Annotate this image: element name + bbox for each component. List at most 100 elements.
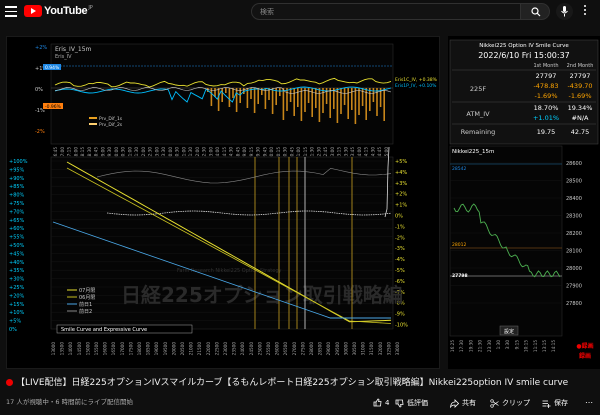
right-axis-tick: -3% xyxy=(395,246,405,252)
strike-tick: 15500 xyxy=(94,342,99,356)
strike-tick: 31000 xyxy=(361,342,366,356)
search-button[interactable] xyxy=(520,3,550,20)
mini-time-axis: 16:25 17:30 19:30 21:30 23:30 1:30 3:30 9:15 10:… xyxy=(450,340,556,352)
dislike-label: 低評価 xyxy=(407,399,428,407)
atm-iv-1: 18.70% xyxy=(534,104,559,112)
thumbs-up-icon xyxy=(373,398,382,407)
prv-dif-bar xyxy=(307,88,310,103)
prv-dif-bar xyxy=(358,88,360,115)
strike-tick: 14500 xyxy=(77,342,82,356)
more-actions-button[interactable]: ⋯ xyxy=(585,398,593,407)
mini-time-tick: 9:15 xyxy=(514,340,519,350)
save-label: 保存 xyxy=(554,399,568,407)
top-time-tick: 9:15 xyxy=(249,147,254,157)
prv-dif-1-label: Prv_Dif_1s xyxy=(99,116,123,122)
top-time-tick: 9:00 xyxy=(242,147,247,157)
youtube-logo[interactable]: YouTube JP xyxy=(24,5,93,17)
top-axis: +2%+1%0%-1%-2% xyxy=(35,45,47,135)
save-button[interactable]: 保存 xyxy=(542,398,568,408)
dislike-button[interactable]: 低評価 xyxy=(395,398,428,408)
top-time-tick: 1:30 xyxy=(188,147,193,157)
prv-dif-bar xyxy=(333,88,335,109)
f-value-1: 27797 xyxy=(536,72,557,80)
voice-search-button[interactable] xyxy=(556,3,573,20)
strike-tick: 16000 xyxy=(103,342,108,356)
legend-prev2: 前日2 xyxy=(79,308,92,315)
top-time-tick: 9:45 xyxy=(262,147,267,157)
record-sub: 録画 xyxy=(579,352,591,360)
strike-tick: 31500 xyxy=(369,342,374,356)
eris-iv-legend: Eris_IV xyxy=(55,54,72,60)
share-label: 共有 xyxy=(462,399,476,407)
top-time-tick: 2:30 xyxy=(202,147,207,157)
left-axis-tick: +15% xyxy=(9,302,25,308)
mini-axis-tick: 28100 xyxy=(566,249,582,255)
strike-tick: 19500 xyxy=(163,342,168,356)
prv-dif-2-swatch xyxy=(89,123,97,125)
share-button[interactable]: 共有 xyxy=(450,398,476,408)
prv-dif-bar xyxy=(286,88,288,111)
top-time-tick: 3:00 xyxy=(208,147,213,157)
prv-dif-bar xyxy=(253,88,256,113)
prv-dif-bar xyxy=(325,88,328,104)
f-pct-1: -1.69% xyxy=(535,92,558,100)
left-axis-tick: +90% xyxy=(9,176,25,182)
right-axis-tick: 0% xyxy=(395,214,403,220)
prv-dif-bar xyxy=(351,88,353,110)
prv-dif-bar xyxy=(343,88,346,105)
more-actions-icon: ⋯ xyxy=(585,398,593,407)
prv-dif-bar xyxy=(361,88,364,106)
atm-change-2: #N/A xyxy=(572,114,589,122)
strike-tick: 30500 xyxy=(352,342,357,356)
left-axis-tick: +50% xyxy=(9,243,25,249)
prv-dif-bar xyxy=(210,88,213,106)
prv-dif-bar xyxy=(271,88,274,114)
search-input[interactable]: 検索 xyxy=(251,3,521,20)
prv-dif-bar xyxy=(369,88,371,111)
strike-tick: 13000 xyxy=(51,342,56,356)
prv-dif-bar xyxy=(257,88,259,104)
left-axis-tick: +10% xyxy=(9,310,25,316)
mini-axis-tick: 28200 xyxy=(566,231,582,237)
right-axis-tick: -5% xyxy=(395,268,405,274)
strike-tick: 21500 xyxy=(197,342,202,356)
strike-tick: 20500 xyxy=(180,342,185,356)
prv-dif-bar xyxy=(322,88,324,113)
right-axis-tick: -2% xyxy=(395,235,405,241)
right-axis-tick: -10% xyxy=(395,323,408,329)
left-axis-tick: +5% xyxy=(9,319,21,325)
mini-axis-tick: 28300 xyxy=(566,214,582,220)
menu-icon[interactable] xyxy=(5,6,17,17)
like-button[interactable]: 4 xyxy=(373,398,389,407)
clip-button[interactable]: クリップ xyxy=(490,398,530,408)
smile-title: Smile Curve and Expressive Curve xyxy=(61,327,147,333)
more-options-icon[interactable] xyxy=(583,5,587,18)
strike-tick: 26500 xyxy=(283,342,288,356)
prv-dif-bar xyxy=(221,88,223,102)
chart-canvas: Eris_IV_15m Eris_IV +2%+1%0%-1%-2% 0.94%… xyxy=(9,43,438,356)
left-axis-tick: +55% xyxy=(9,235,25,241)
prv-dif-bar xyxy=(304,88,306,112)
right-axis-tick: +2% xyxy=(395,192,407,198)
mini-axis-tick: 28400 xyxy=(566,196,582,202)
mini-axis-tick: 28500 xyxy=(566,179,582,185)
left-axis-tick: +25% xyxy=(9,285,25,291)
mini-axis-tick: 27900 xyxy=(566,284,582,290)
mini-mid-label: 28012 xyxy=(452,242,466,248)
f-change-1: -478.83 xyxy=(533,82,558,90)
strike-tick: 32500 xyxy=(386,342,391,356)
left-axis-tick: +30% xyxy=(9,277,25,283)
right-axis-tick: -1% xyxy=(395,224,405,230)
iv-summary-panel: Nikkei225 Option IV Smile Curve 2022/6/1… xyxy=(448,36,600,369)
mini-time-tick: 10:15 xyxy=(524,340,529,352)
prv-dif-bar xyxy=(225,88,227,93)
mini-time-tick: 19:30 xyxy=(468,340,473,352)
strike-tick: 21000 xyxy=(189,342,194,356)
watermark-small: Farm Research Nikkei225 Option Strategy xyxy=(177,268,282,274)
youtube-play-icon xyxy=(24,5,42,17)
top-bar: YouTube JP 検索 xyxy=(0,0,600,24)
eris1p-label: Eris1P_IV, +0.10% xyxy=(395,83,437,89)
video-player[interactable]: Eris_IV_15m Eris_IV +2% +1% 0% -1% -2% 0.94%… xyxy=(6,36,440,369)
strike-tick: 15000 xyxy=(85,342,90,356)
label-remaining: Remaining xyxy=(461,128,496,136)
